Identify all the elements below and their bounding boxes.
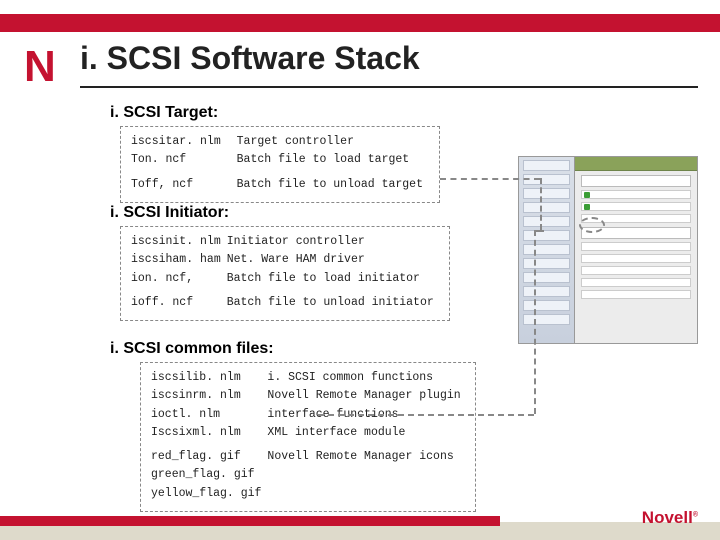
file-name: Ton. ncf — [131, 151, 237, 169]
slide-title: i. SCSI Software Stack — [80, 40, 420, 77]
table-row: ion. ncf,Batch file to load initiator — [131, 270, 440, 288]
common-files-box: iscsilib. nlmi. SCSI common functions is… — [140, 362, 476, 512]
file-name: iscsilib. nlm — [151, 369, 267, 387]
file-desc: Novell Remote Manager plugin — [267, 387, 466, 405]
screenshot-main — [575, 157, 697, 343]
file-name: ion. ncf, — [131, 270, 227, 288]
file-desc: Net. Ware HAM driver — [227, 251, 440, 269]
target-files-box: iscsitar. nlmTarget controller Ton. ncfB… — [120, 126, 440, 203]
file-desc: Batch file to load target — [237, 151, 429, 169]
table-row: iscsinrm. nlmNovell Remote Manager plugi… — [151, 387, 467, 405]
file-desc: XML interface module — [267, 424, 466, 442]
novell-logo: Novell® — [642, 508, 698, 528]
footer: Novell® — [0, 496, 720, 540]
file-name: iscsiham. ham — [131, 251, 227, 269]
file-desc: Initiator controller — [227, 233, 440, 251]
top-red-bar — [0, 14, 720, 32]
remote-manager-screenshot — [518, 156, 698, 344]
file-desc: Novell Remote Manager icons — [267, 448, 466, 466]
file-name: iscsinrm. nlm — [151, 387, 267, 405]
table-row: iscsilib. nlmi. SCSI common functions — [151, 369, 467, 387]
file-name: iscsitar. nlm — [131, 133, 237, 151]
callout-oval — [579, 217, 605, 233]
file-name: iscsinit. nlm — [131, 233, 227, 251]
novell-n-logo: N — [24, 42, 54, 92]
table-row: iscsiham. hamNet. Ware HAM driver — [131, 251, 440, 269]
connector-line — [534, 230, 536, 414]
file-desc: Batch file to unload target — [237, 176, 429, 194]
table-row: green_flag. gif — [151, 466, 467, 484]
connector-line — [540, 178, 542, 230]
connector-line — [318, 414, 534, 416]
connector-line — [534, 230, 544, 232]
green-flag-icon — [584, 204, 590, 210]
section-heading-common: i. SCSI common files: — [110, 340, 274, 358]
green-flag-icon — [584, 192, 590, 198]
file-desc: Target controller — [237, 133, 429, 151]
file-name: ioctl. nlm — [151, 406, 267, 424]
common-files-table: iscsilib. nlmi. SCSI common functions is… — [151, 369, 467, 503]
table-row: Ton. ncfBatch file to load target — [131, 151, 429, 169]
section-heading-target: i. SCSI Target: — [110, 104, 218, 122]
file-name: Iscsixml. nlm — [151, 424, 267, 442]
table-row: Iscsixml. nlmXML interface module — [151, 424, 467, 442]
table-row: red_flag. gifNovell Remote Manager icons — [151, 448, 467, 466]
file-name: red_flag. gif — [151, 448, 267, 466]
target-files-table: iscsitar. nlmTarget controller Ton. ncfB… — [131, 133, 429, 194]
screenshot-sidebar — [519, 157, 575, 343]
table-row: iscsinit. nlmInitiator controller — [131, 233, 440, 251]
connector-line — [440, 178, 540, 180]
file-name: ioff. ncf — [131, 294, 227, 312]
file-desc: Batch file to load initiator — [227, 270, 440, 288]
file-name: green_flag. gif — [151, 466, 267, 484]
file-name: Toff, ncf — [131, 176, 237, 194]
section-heading-initiator: i. SCSI Initiator: — [110, 204, 229, 222]
table-row: iscsitar. nlmTarget controller — [131, 133, 429, 151]
title-rule — [80, 86, 698, 88]
file-desc — [267, 466, 466, 484]
table-row: ioff. ncfBatch file to unload initiator — [131, 294, 440, 312]
file-desc: i. SCSI common functions — [267, 369, 466, 387]
initiator-files-table: iscsinit. nlmInitiator controller iscsih… — [131, 233, 440, 312]
initiator-files-box: iscsinit. nlmInitiator controller iscsih… — [120, 226, 450, 321]
footer-red-bar — [0, 516, 500, 526]
file-desc: Batch file to unload initiator — [227, 294, 440, 312]
table-row: Toff, ncfBatch file to unload target — [131, 176, 429, 194]
